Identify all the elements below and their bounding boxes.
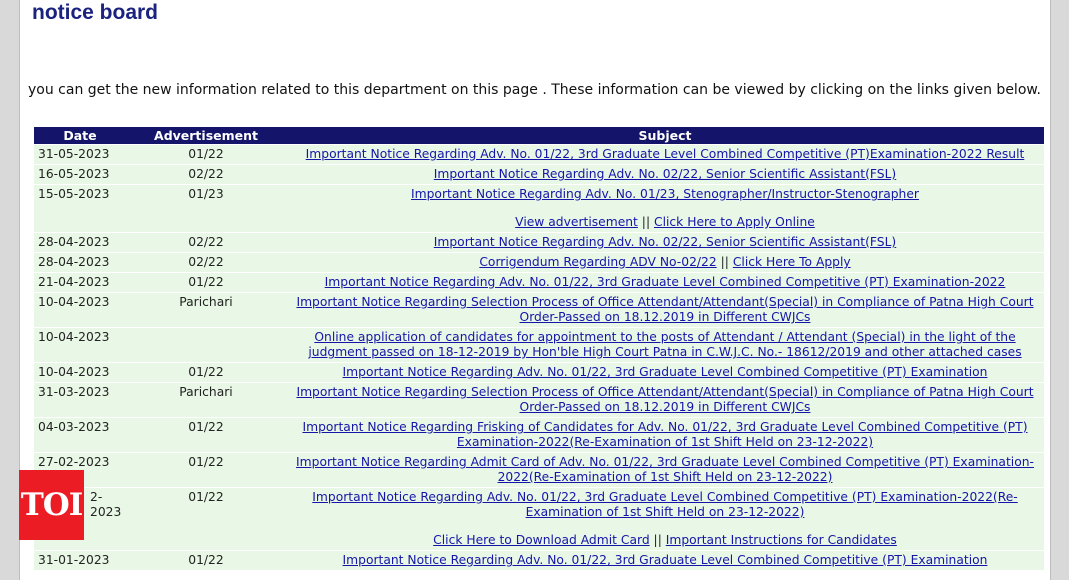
table-row: 10-04-2023 Online application of candida… <box>34 327 1044 363</box>
table-row: 10-04-2023 01/22 Important Notice Regard… <box>34 362 1044 383</box>
row-subject: Online application of candidates for app… <box>286 327 1044 363</box>
row-adv: Parichari <box>126 382 286 418</box>
row-adv: 02/22 <box>126 252 286 273</box>
row-adv: 01/22 <box>126 487 286 551</box>
table-row: 16-05-2023 02/22 Important Notice Regard… <box>34 164 1044 185</box>
table-header-row: Date Advertisement Subject <box>34 127 1044 145</box>
notice-link[interactable]: Important Notice Regarding Adv. No. 01/2… <box>343 553 988 567</box>
notice-link[interactable]: Important Notice Regarding Selection Pro… <box>296 295 1033 324</box>
notice-link[interactable]: Important Notice Regarding Selection Pro… <box>296 385 1033 414</box>
instructions-link[interactable]: Important Instructions for Candidates <box>666 533 897 547</box>
row-adv: 01/22 <box>126 550 286 570</box>
notice-link[interactable]: Important Notice Regarding Admit Card of… <box>296 455 1034 484</box>
table-row: 04-03-2023 01/22 Important Notice Regard… <box>34 417 1044 453</box>
row-date: 31-03-2023 <box>34 382 126 418</box>
notice-table: Date Advertisement Subject 31-05-2023 01… <box>34 127 1044 570</box>
table-row: 28-04-2023 02/22 Important Notice Regard… <box>34 232 1044 253</box>
table-row: 31-05-2023 01/22 Important Notice Regard… <box>34 144 1044 165</box>
row-date: 31-01-2023 <box>34 550 126 570</box>
notice-link[interactable]: Important Notice Regarding Adv. No. 01/2… <box>325 275 1006 289</box>
link-separator: || <box>641 215 654 229</box>
notice-link[interactable]: Important Notice Regarding Frisking of C… <box>302 420 1027 449</box>
apply-online-link[interactable]: Click Here to Apply Online <box>654 215 815 229</box>
row-adv: 01/22 <box>126 417 286 453</box>
row-adv: 01/22 <box>126 144 286 165</box>
header-date: Date <box>34 127 126 145</box>
view-advertisement-link[interactable]: View advertisement <box>515 215 638 229</box>
row-date: 28-04-2023 <box>34 232 126 253</box>
notice-link[interactable]: Important Notice Regarding Adv. No. 01/2… <box>411 187 919 201</box>
row-subject: Important Notice Regarding Adv. No. 01/2… <box>286 362 1044 383</box>
row-date: 15-05-2023 <box>34 184 126 233</box>
row-adv: 01/22 <box>126 362 286 383</box>
intro-text: you can get the new information related … <box>28 82 1041 98</box>
row-subject: Important Notice Regarding Adv. No. 01/2… <box>286 550 1044 570</box>
link-separator: || <box>720 255 733 269</box>
table-row: 15-05-2023 01/23 Important Notice Regard… <box>34 184 1044 233</box>
table-row: 10-04-2023 Parichari Important Notice Re… <box>34 292 1044 328</box>
row-adv: Parichari <box>126 292 286 328</box>
row-subject: Important Notice Regarding Selection Pro… <box>286 382 1044 418</box>
row-date: 31-05-2023 <box>34 144 126 165</box>
row-adv: 02/22 <box>126 232 286 253</box>
row-subject: Important Notice Regarding Adv. No. 02/2… <box>286 164 1044 185</box>
row-adv <box>126 327 286 363</box>
row-subject: Important Notice Regarding Adv. No. 01/2… <box>286 272 1044 293</box>
row-adv: 01/22 <box>126 452 286 488</box>
page-title: notice board <box>32 1 159 24</box>
row-adv: 02/22 <box>126 164 286 185</box>
apply-link[interactable]: Click Here To Apply <box>733 255 851 269</box>
notice-link[interactable]: Corrigendum Regarding ADV No-02/22 <box>479 255 716 269</box>
table-row: 21-04-2023 01/22 Important Notice Regard… <box>34 272 1044 293</box>
download-admit-card-link[interactable]: Click Here to Download Admit Card <box>433 533 649 547</box>
row-adv: 01/23 <box>126 184 286 233</box>
row-date: 16-05-2023 <box>34 164 126 185</box>
table-row: 27-02-2023 01/22 Important Notice Regard… <box>34 452 1044 488</box>
table-row: 31-01-2023 01/22 Important Notice Regard… <box>34 550 1044 570</box>
row-subject: Important Notice Regarding Frisking of C… <box>286 417 1044 453</box>
notice-link[interactable]: Important Notice Regarding Adv. No. 02/2… <box>434 167 896 181</box>
notice-link[interactable]: Important Notice Regarding Adv. No. 02/2… <box>434 235 896 249</box>
notice-link[interactable]: Important Notice Regarding Adv. No. 01/2… <box>306 147 1025 161</box>
row-date: 10-04-2023 <box>34 327 126 363</box>
row-date: 28-04-2023 <box>34 252 126 273</box>
table-row: 28-04-2023 02/22 Corrigendum Regarding A… <box>34 252 1044 273</box>
row-date: 10-04-2023 <box>34 292 126 328</box>
toi-logo: TOI <box>19 470 84 540</box>
row-date: 04-03-2023 <box>34 417 126 453</box>
table-row: 31-03-2023 Parichari Important Notice Re… <box>34 382 1044 418</box>
row-date: 10-04-2023 <box>34 362 126 383</box>
table-row: 2-2023 01/22 Important Notice Regarding … <box>34 487 1044 551</box>
row-subject: Corrigendum Regarding ADV No-02/22 || Cl… <box>286 252 1044 273</box>
row-subject: Important Notice Regarding Adv. No. 02/2… <box>286 232 1044 253</box>
row-subject: Important Notice Regarding Adv. No. 01/2… <box>286 487 1044 551</box>
row-subject: Important Notice Regarding Adv. No. 01/2… <box>286 184 1044 233</box>
row-subject: Important Notice Regarding Admit Card of… <box>286 452 1044 488</box>
link-separator: || <box>653 533 666 547</box>
row-date: 21-04-2023 <box>34 272 126 293</box>
notice-link[interactable]: Important Notice Regarding Adv. No. 01/2… <box>343 365 988 379</box>
header-advertisement: Advertisement <box>126 127 286 145</box>
header-subject: Subject <box>286 127 1044 145</box>
notice-link[interactable]: Online application of candidates for app… <box>308 330 1021 359</box>
row-adv: 01/22 <box>126 272 286 293</box>
notice-link[interactable]: Important Notice Regarding Adv. No. 01/2… <box>312 490 1017 519</box>
row-subject: Important Notice Regarding Adv. No. 01/2… <box>286 144 1044 165</box>
row-subject: Important Notice Regarding Selection Pro… <box>286 292 1044 328</box>
